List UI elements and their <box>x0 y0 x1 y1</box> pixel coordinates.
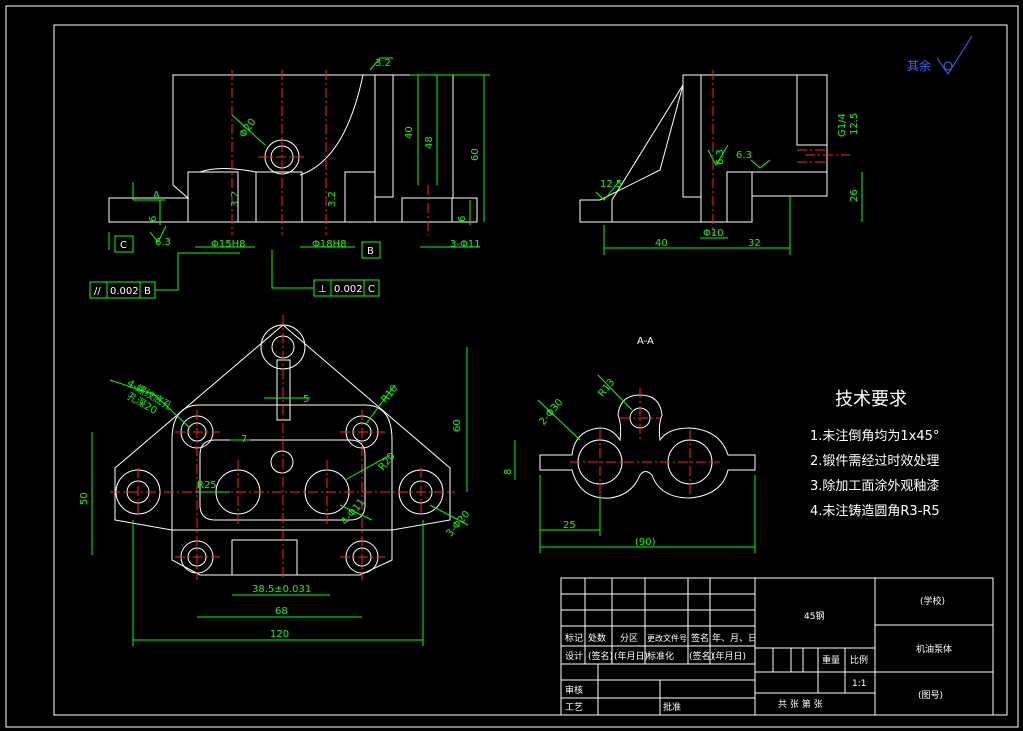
datum-c: C <box>120 240 127 251</box>
side-view: 6.3 6.3 12.5 G1/4 12.5 26 Φ10 40 32 <box>579 70 863 255</box>
section-view: A-A R13 2-Φ30 8 25 (90) <box>503 336 756 553</box>
dim-48: 48 <box>424 136 435 149</box>
ra-3-2-c: 3.2 <box>327 191 338 207</box>
dim-phi15h8: Φ15H8 <box>211 239 245 250</box>
dim-60-plan: 60 <box>452 419 463 432</box>
dim-7: 7 <box>241 434 247 445</box>
tb-process: 工艺 <box>565 702 583 713</box>
cad-drawing-viewport: 其余 3.2 40 48 60 Φ20 6 6 3.2 3.2 6.3 Φ15H… <box>0 0 1023 731</box>
dim-68: 68 <box>275 606 288 617</box>
note-2: 2.锻件需经过时效处理 <box>810 454 939 469</box>
svg-text:⊥: ⊥ <box>318 284 327 295</box>
tb-date2: (年月日) <box>712 650 746 662</box>
dim-26: 26 <box>849 189 860 202</box>
dim-g14: G1/4 <box>837 113 848 137</box>
front-view: 3.2 40 48 60 Φ20 6 6 3.2 3.2 6.3 Φ15H8 Φ… <box>89 57 490 299</box>
tb-scale-value: 1:1 <box>852 679 866 689</box>
dim-3-phi11: 3-Φ11 <box>450 239 481 250</box>
dim-38-5: 38.5±0.031 <box>252 584 311 595</box>
dim-4-phi11: 4-Φ11 <box>339 497 367 527</box>
dim-32: 32 <box>748 238 761 249</box>
side-ra-12-5b: 12.5 <box>849 113 860 135</box>
tb-design: 设计 <box>565 650 583 662</box>
ra-3-2-label: 3.2 <box>375 58 391 69</box>
tech-title: 技术要求 <box>835 389 907 410</box>
dim-25: 25 <box>563 520 576 531</box>
tol1-ref: B <box>144 286 151 297</box>
dim-r10: R10 <box>379 383 400 405</box>
school: (学校) <box>920 595 945 607</box>
roughness-label: 其余 <box>907 58 931 73</box>
outer-border <box>5 5 1019 728</box>
tb-zone: 分区 <box>620 633 638 644</box>
tb-std: 标准化 <box>647 650 674 662</box>
ra-6-3: 6.3 <box>155 237 171 248</box>
inner-border <box>53 24 1008 716</box>
dim-60: 60 <box>470 148 481 161</box>
side-ra-12-5: 12.5 <box>600 179 622 190</box>
material: 45钢 <box>804 610 824 622</box>
dim-phi10: Φ10 <box>703 228 724 239</box>
technical-requirements: 技术要求 1.未注倒角均为1x45° 2.锻件需经过时效处理 3.除加工面涂外观… <box>810 389 940 519</box>
tb-sign: 签名 <box>691 632 709 644</box>
datum-b: B <box>367 246 374 257</box>
dim-50: 50 <box>79 492 90 505</box>
tb-sig2: (签名) <box>689 650 714 662</box>
part-name: 机油泵体 <box>916 643 952 655</box>
side-ra-6-3a: 6.3 <box>715 149 726 165</box>
roughness-symbol: 其余 <box>907 35 973 75</box>
tb-weight: 重量 <box>822 654 840 666</box>
tb-sig1: (签名) <box>588 650 613 662</box>
title-block: 45钢 (学校) 机油泵体 (图号) 标记 处数 分区 更改文件号 签名 年、月… <box>560 577 994 716</box>
tb-doc: 更改文件号 <box>647 633 687 643</box>
tb-review: 审核 <box>565 684 583 696</box>
datum-a: A <box>153 190 160 201</box>
dim-r13: R13 <box>596 377 617 399</box>
dim-r25: R25 <box>197 480 217 491</box>
note-1: 1.未注倒角均为1x45° <box>810 429 939 444</box>
tb-approve: 批准 <box>663 701 681 713</box>
dim-2-phi30: 2-Φ30 <box>537 397 565 427</box>
tb-mark: 标记 <box>565 632 583 644</box>
dim-120: 120 <box>270 629 289 640</box>
tb-date: 年、月、日 <box>712 632 757 644</box>
dim-90: (90) <box>635 537 656 548</box>
tb-date1: (年月日) <box>614 650 648 662</box>
tb-count: 处数 <box>588 632 606 644</box>
tb-sheets: 共 张 第 张 <box>778 698 823 710</box>
drawing-number: (图号) <box>918 690 943 701</box>
dim-6-left: 6 <box>148 216 159 222</box>
dim-40: 40 <box>404 126 415 139</box>
dim-6-right: 6 <box>457 216 468 222</box>
dim-40-side: 40 <box>655 238 668 249</box>
plan-view: 5 R10 60 7 R20 R25 50 3-Φ20 4-Φ11 4-螺纹底孔… <box>79 315 472 646</box>
section-label: A-A <box>637 336 654 347</box>
side-ra-6-3b: 6.3 <box>736 150 752 161</box>
dim-3-phi20: 3-Φ20 <box>444 509 472 539</box>
dim-5: 5 <box>303 394 309 405</box>
tol2-value: 0.002 <box>334 284 363 295</box>
tb-scale: 比例 <box>850 654 868 666</box>
dim-8: 8 <box>503 469 514 475</box>
tol2-ref: C <box>368 284 375 295</box>
dim-phi18h8: Φ18H8 <box>312 239 346 250</box>
dim-r20: R20 <box>377 451 398 473</box>
drawing-canvas: 其余 3.2 40 48 60 Φ20 6 6 3.2 3.2 6.3 Φ15H… <box>5 5 1019 728</box>
note-4: 4.未注铸造圆角R3-R5 <box>810 503 940 519</box>
tol1-value: 0.002 <box>110 286 139 297</box>
ra-3-2-b: 3.2 <box>230 191 241 207</box>
note-3: 3.除加工面涂外观釉漆 <box>810 478 939 494</box>
svg-text://: // <box>94 286 101 297</box>
